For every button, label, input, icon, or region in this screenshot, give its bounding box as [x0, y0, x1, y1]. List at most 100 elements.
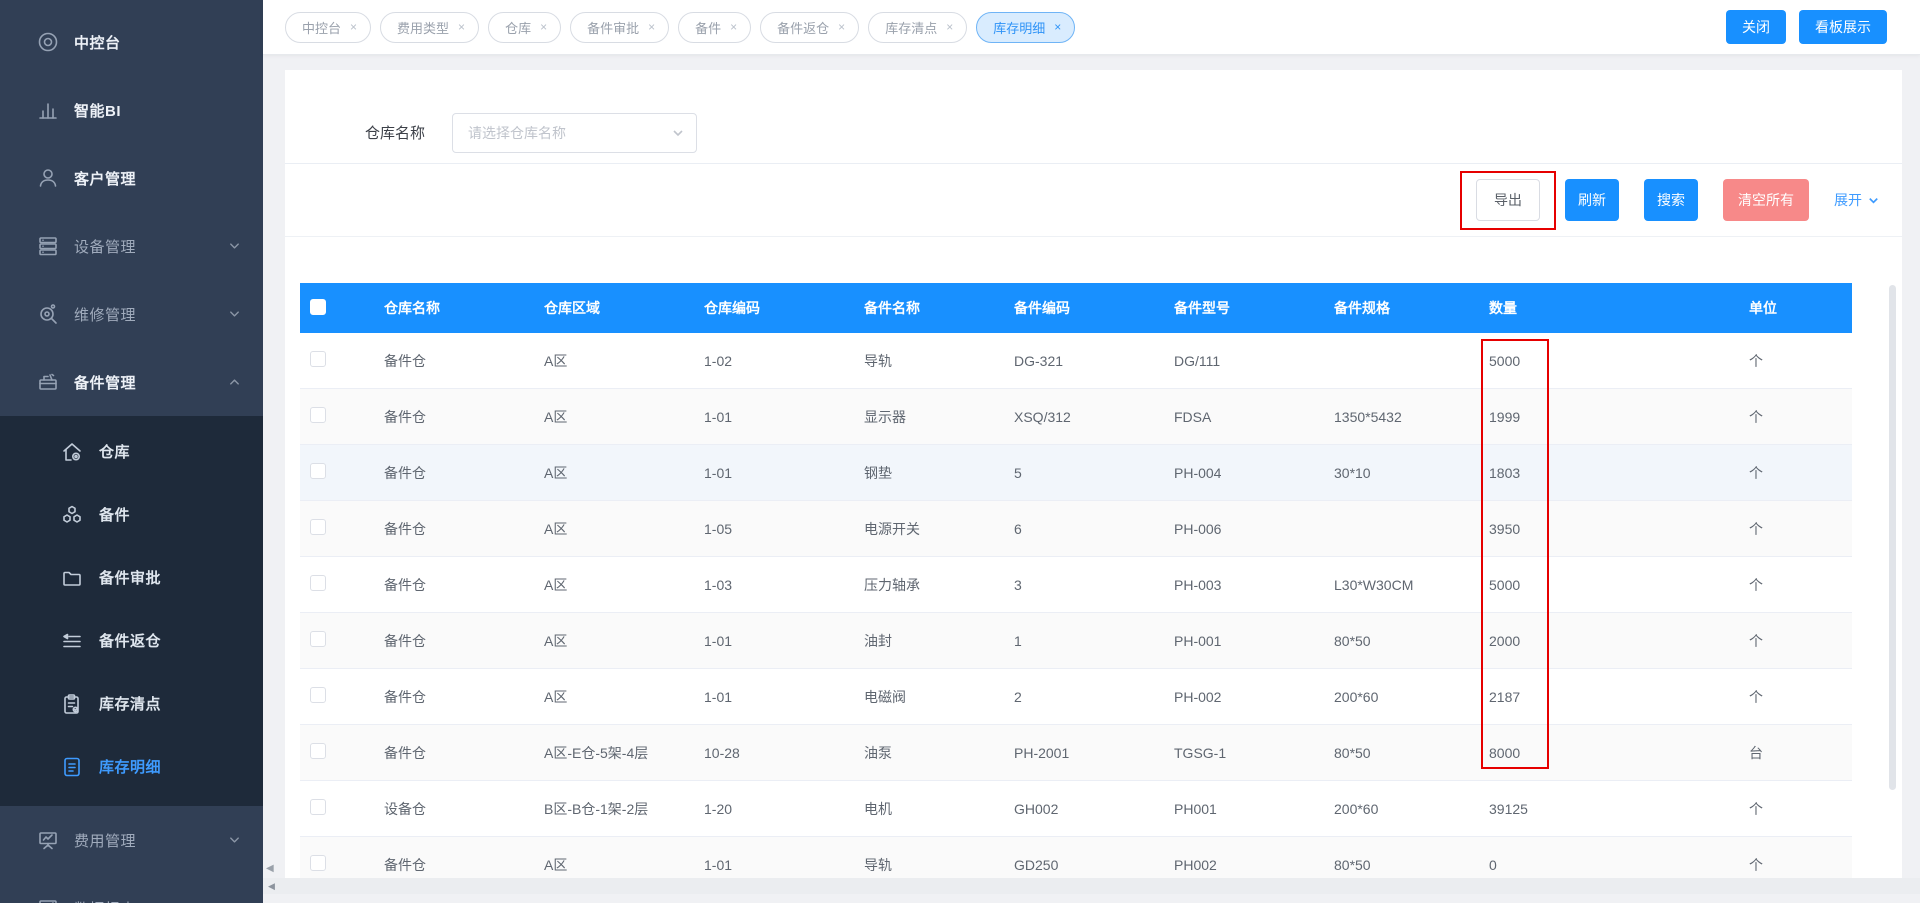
table-cell: DG-321: [1014, 352, 1064, 369]
table-cell: A区: [544, 632, 568, 649]
tab-close-icon[interactable]: ×: [350, 21, 357, 33]
tab-库存明细[interactable]: 库存明细 ×: [976, 11, 1076, 43]
tab-库存清点[interactable]: 库存清点 ×: [868, 11, 968, 43]
warehouse-name-select[interactable]: 请选择仓库名称: [452, 113, 697, 153]
row-checkbox[interactable]: [310, 575, 326, 591]
clear-all-button[interactable]: 清空所有: [1723, 179, 1809, 221]
bi-chart-icon: [36, 98, 60, 122]
table-cell: 设备仓: [384, 800, 426, 817]
table-cell: A区: [544, 856, 568, 873]
filter-section: 仓库名称 请选择仓库名称: [285, 70, 1902, 164]
chevron-down-icon: [228, 834, 241, 847]
sidebar-item-parts-return[interactable]: 备件返仓: [0, 609, 263, 672]
table-row[interactable]: 备件仓 A区 1-05 电源开关 6 PH-006 3950 个: [300, 501, 1852, 557]
sidebar-item-spare-parts[interactable]: 备件: [0, 483, 263, 546]
sidebar-item-smart-bi[interactable]: 智能BI: [0, 76, 263, 144]
table-cell: 个: [1749, 352, 1763, 369]
table-row[interactable]: 备件仓 A区-E仓-5架-4层 10-28 油泵 PH-2001 TGSG-1 80*50 8…: [300, 725, 1852, 781]
tab-close-icon[interactable]: ×: [540, 21, 547, 33]
tab-close-icon[interactable]: ×: [1054, 21, 1061, 33]
board-display-button[interactable]: 看板展示: [1799, 10, 1887, 44]
row-checkbox[interactable]: [310, 407, 326, 423]
sidebar-item-inventory-detail[interactable]: 库存明细: [0, 735, 263, 798]
easel-icon: [36, 828, 60, 852]
tab-close-icon[interactable]: ×: [458, 21, 465, 33]
expand-link-label: 展开: [1834, 192, 1862, 208]
table-row[interactable]: 备件仓 A区 1-01 显示器 XSQ/312 FDSA 1350*5432 1999 个: [300, 389, 1852, 445]
table-row[interactable]: 备件仓 A区 1-03 压力轴承 3 PH-003 L30*W30CM 5000 个: [300, 557, 1852, 613]
tab-备件返仓[interactable]: 备件返仓 ×: [760, 11, 860, 43]
sidebar-item-warehouse[interactable]: 仓库: [0, 420, 263, 483]
tab-仓库[interactable]: 仓库 ×: [488, 11, 562, 43]
sidebar-item-label: 客户管理: [74, 170, 137, 188]
tab-close-icon[interactable]: ×: [838, 21, 845, 33]
table-cell: 电机: [864, 800, 892, 817]
sidebar-collapse-icon[interactable]: ◀: [266, 863, 274, 874]
table-cell: 200*60: [1334, 688, 1379, 705]
tab-费用类型[interactable]: 费用类型 ×: [380, 11, 480, 43]
row-checkbox-cell: [300, 799, 360, 818]
table-row[interactable]: 备件仓 A区 1-02 导轨 DG-321 DG/111 5000 个: [300, 333, 1852, 389]
export-button[interactable]: 导出: [1476, 179, 1540, 221]
scroll-left-arrow-icon[interactable]: ◀: [268, 881, 275, 891]
select-all-checkbox[interactable]: [310, 298, 326, 315]
table-cell: 1999: [1489, 408, 1521, 425]
row-checkbox[interactable]: [310, 687, 326, 703]
table-row[interactable]: 设备仓 B区-B仓-1架-2层 1-20 电机 GH002 PH001 200*60 3912…: [300, 781, 1852, 837]
sidebar-item-stock-count[interactable]: 库存清点: [0, 672, 263, 735]
tab-备件[interactable]: 备件 ×: [678, 11, 752, 43]
table-cell: PH-003: [1174, 576, 1222, 593]
clipboard-icon: [60, 692, 84, 716]
sidebar-item-device-mgmt[interactable]: 设备管理: [0, 212, 263, 280]
tab-label: 中控台: [302, 20, 342, 36]
table-row[interactable]: 备件仓 A区 1-01 电磁阀 2 PH-002 200*60 2187 个: [300, 669, 1852, 725]
tab-中控台[interactable]: 中控台 ×: [285, 11, 372, 43]
row-checkbox[interactable]: [310, 463, 326, 479]
table-row[interactable]: 备件仓 A区 1-01 钢垫 5 PH-004 30*10 1803 个: [300, 445, 1852, 501]
table-cell: 1-05: [704, 520, 733, 537]
sidebar-item-parts-approval[interactable]: 备件审批: [0, 546, 263, 609]
tab-label: 库存明细: [993, 20, 1046, 36]
table-cell: PH001: [1174, 800, 1217, 817]
tab-close-icon[interactable]: ×: [946, 21, 953, 33]
sidebar-item-label: 备件管理: [74, 374, 137, 392]
sidebar-item-console[interactable]: 中控台: [0, 8, 263, 76]
table-cell: 个: [1749, 408, 1763, 425]
horizontal-scrollbar[interactable]: ◀: [263, 878, 1920, 894]
tab-备件审批[interactable]: 备件审批 ×: [570, 11, 670, 43]
row-checkbox[interactable]: [310, 519, 326, 535]
row-checkbox[interactable]: [310, 799, 326, 815]
close-button[interactable]: 关闭: [1726, 10, 1786, 44]
tab-label: 备件审批: [587, 20, 640, 36]
folder-icon: [60, 566, 84, 590]
row-checkbox[interactable]: [310, 855, 326, 871]
sidebar-item-expense-mgmt[interactable]: 费用管理: [0, 806, 263, 874]
cubes-icon: [60, 503, 84, 527]
table-cell: 5000: [1489, 576, 1521, 593]
table-cell: 1-01: [704, 632, 733, 649]
tab-close-icon[interactable]: ×: [730, 21, 737, 33]
expand-link[interactable]: 展开: [1834, 190, 1880, 210]
row-checkbox[interactable]: [310, 631, 326, 647]
table-row[interactable]: 备件仓 A区 1-01 导轨 GD250 PH002 80*50 0 个: [300, 837, 1852, 878]
report-icon: [36, 896, 60, 903]
table-cell: 备件仓: [384, 408, 426, 425]
vertical-scrollbar-thumb[interactable]: [1889, 285, 1896, 790]
sidebar-item-data-report[interactable]: 数据报表: [0, 874, 263, 903]
table-cell: 1350*5432: [1334, 408, 1402, 425]
sidebar-item-label: 费用管理: [74, 832, 137, 850]
refresh-button[interactable]: 刷新: [1565, 179, 1619, 221]
tab-bar: 中控台 × 费用类型 × 仓库 × 备件审批 × 备件 × 备件返仓 × 库存清点 × 库存明细 × 关闭 看…: [263, 0, 1920, 55]
row-checkbox[interactable]: [310, 743, 326, 759]
table-row[interactable]: 备件仓 A区 1-01 油封 1 PH-001 80*50 2000 个: [300, 613, 1852, 669]
table-cell: 备件仓: [384, 520, 426, 537]
tab-close-icon[interactable]: ×: [648, 21, 655, 33]
search-button[interactable]: 搜索: [1644, 179, 1698, 221]
sidebar-item-spare-parts-mgmt[interactable]: 备件管理: [0, 348, 263, 416]
device-icon: [36, 234, 60, 258]
sidebar-item-repair-mgmt[interactable]: 维修管理: [0, 280, 263, 348]
row-checkbox[interactable]: [310, 351, 326, 367]
table-cell: 1-03: [704, 576, 733, 593]
sidebar-item-customer-mgmt[interactable]: 客户管理: [0, 144, 263, 212]
warehouse-icon: [60, 440, 84, 464]
